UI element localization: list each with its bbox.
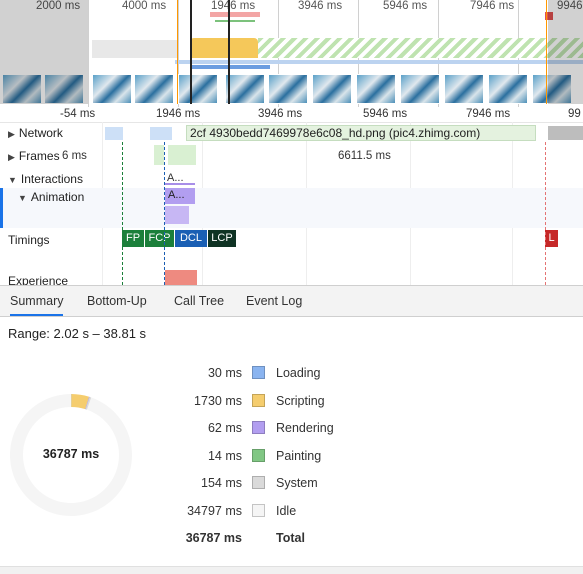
network-request-label: 2cf 4930bedd7469978e6c08_hd.png (pic4.zh… xyxy=(190,126,480,140)
summary-row-value: 30 ms xyxy=(150,366,242,380)
frame-duration: 6 ms xyxy=(62,150,87,162)
frame-duration-long: 6611.5 ms xyxy=(338,150,391,162)
summary-row-label: Idle xyxy=(276,504,296,518)
filmstrip-frame xyxy=(134,74,174,104)
timing-fp[interactable]: FP xyxy=(122,230,144,247)
rendering-swatch xyxy=(252,421,265,434)
ruler-tick: 7946 ms xyxy=(466,108,510,120)
system-swatch xyxy=(252,476,265,489)
filmstrip-frame xyxy=(92,74,132,104)
cpu-activity-red xyxy=(210,12,260,17)
filmstrip-frame xyxy=(312,74,352,104)
tab-bottom-up[interactable]: Bottom-Up xyxy=(87,286,147,316)
summary-range: Range: 2.02 s – 38.81 s xyxy=(8,326,146,341)
track-network[interactable]: Network xyxy=(8,126,63,140)
summary-total-label: Total xyxy=(276,531,305,545)
interaction-underline xyxy=(165,183,195,185)
frame-block xyxy=(168,145,196,165)
filmstrip-frame xyxy=(225,74,265,104)
summary-row-value: 34797 ms xyxy=(150,504,242,518)
cpu-idle-hatch xyxy=(258,38,583,58)
timing-marker-line xyxy=(122,142,123,285)
timing-marker-line xyxy=(545,142,546,285)
loading-swatch xyxy=(252,366,265,379)
details-tabbar: Summary Bottom-Up Call Tree Event Log xyxy=(0,285,583,317)
timing-load[interactable]: L xyxy=(545,230,558,247)
summary-total-value: 36787 ms xyxy=(150,531,242,545)
timing-dcl[interactable]: DCL xyxy=(175,230,207,247)
animation-row-indicator xyxy=(0,188,3,228)
range-handle-right[interactable] xyxy=(546,0,547,104)
summary-row-value: 62 ms xyxy=(150,421,242,435)
idle-swatch xyxy=(252,504,265,517)
time-ruler: -54 ms 1946 ms 3946 ms 5946 ms 7946 ms 9… xyxy=(0,107,583,123)
scripting-swatch xyxy=(252,394,265,407)
track-frames[interactable]: Frames xyxy=(8,149,60,163)
layout-shift-bar xyxy=(165,270,197,285)
overview-marker xyxy=(190,0,192,104)
timing-fcp[interactable]: FCP xyxy=(145,230,174,247)
network-request-bar xyxy=(105,127,123,140)
track-timings[interactable]: Timings xyxy=(8,233,50,247)
ruler-tick: 1946 ms xyxy=(156,108,200,120)
ruler-tick: 3946 ms xyxy=(258,108,302,120)
summary-row-label: Painting xyxy=(276,449,321,463)
network-overview xyxy=(190,65,270,69)
animation-event-bar xyxy=(165,206,189,224)
network-overview xyxy=(175,60,583,64)
network-request-bar xyxy=(150,127,172,140)
tab-call-tree[interactable]: Call Tree xyxy=(174,286,224,316)
cpu-activity-green xyxy=(215,20,255,32)
overview-dim-right xyxy=(548,0,583,104)
ruler-tick: 99 xyxy=(568,108,581,120)
summary-row-value: 14 ms xyxy=(150,449,242,463)
animation-row-bg xyxy=(0,188,583,228)
summary-row-label: Scripting xyxy=(276,394,325,408)
filmstrip-frame xyxy=(178,74,218,104)
summary-row-label: Rendering xyxy=(276,421,334,435)
range-handle-left[interactable] xyxy=(177,0,178,104)
tab-event-log[interactable]: Event Log xyxy=(246,286,302,316)
overview-tick: 3946 ms xyxy=(298,0,342,12)
summary-row-value: 154 ms xyxy=(150,476,242,490)
summary-row-value: 1730 ms xyxy=(150,394,242,408)
network-request-bar xyxy=(548,126,583,140)
filmstrip-frame xyxy=(444,74,484,104)
painting-swatch xyxy=(252,449,265,462)
filmstrip-frame xyxy=(268,74,308,104)
summary-row-label: System xyxy=(276,476,318,490)
overview-marker xyxy=(228,0,230,104)
cpu-scripting-area xyxy=(190,38,258,58)
track-interactions[interactable]: Interactions xyxy=(8,172,83,186)
frame-block xyxy=(154,145,164,165)
donut-total: 36787 ms xyxy=(22,447,120,461)
ruler-tick: -54 ms xyxy=(60,108,95,120)
overview-tick: 5946 ms xyxy=(383,0,427,12)
overview-dim-left xyxy=(0,0,88,104)
filmstrip-frame xyxy=(488,74,528,104)
timing-lcp[interactable]: LCP xyxy=(208,230,236,247)
ruler-tick: 5946 ms xyxy=(363,108,407,120)
animation-event: A... xyxy=(168,189,185,201)
cpu-system-area xyxy=(92,40,178,58)
overview-tick: 4000 ms xyxy=(122,0,166,12)
timeline-overview[interactable]: 2000 ms 4000 ms 1946 ms 3946 ms 5946 ms … xyxy=(0,0,583,122)
summary-row-label: Loading xyxy=(276,366,321,380)
track-animation[interactable]: Animation xyxy=(18,190,84,204)
tab-summary[interactable]: Summary xyxy=(10,286,63,316)
filmstrip-frame xyxy=(400,74,440,104)
overview-tick: 7946 ms xyxy=(470,0,514,12)
filmstrip-frame xyxy=(356,74,396,104)
overview-tick: 1946 ms xyxy=(211,0,255,12)
timing-marker-line xyxy=(164,142,165,285)
